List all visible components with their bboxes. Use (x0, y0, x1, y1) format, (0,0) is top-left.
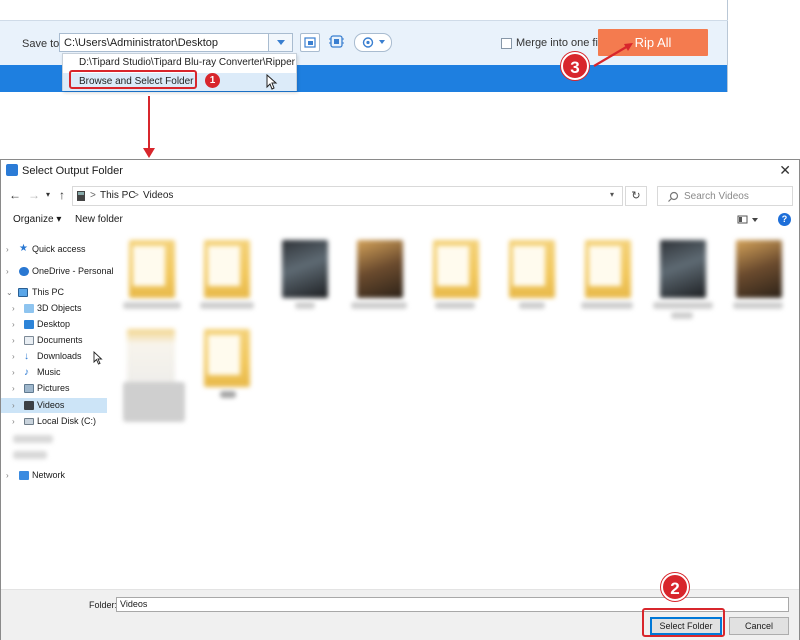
disk-icon (24, 418, 34, 425)
app-icon (6, 164, 18, 176)
help-icon[interactable]: ? (778, 213, 791, 226)
settings-button[interactable] (354, 33, 392, 52)
dialog-title: Select Output Folder (22, 165, 123, 177)
chevron-down-icon (277, 40, 285, 45)
back-arrow-icon[interactable]: ← (9, 188, 21, 202)
folder-item[interactable] (129, 240, 175, 298)
command-bar: Organize ▾ New folder ? (1, 210, 799, 230)
tree-item-local-disk[interactable]: › Local Disk (C:) (1, 414, 107, 429)
item-caption (671, 312, 693, 319)
close-icon[interactable]: ✕ (779, 162, 791, 179)
picture-icon (24, 384, 34, 393)
cloud-icon (19, 267, 29, 276)
tree-item-documents[interactable]: › Documents (1, 333, 107, 348)
video-item[interactable] (282, 240, 328, 298)
save-path-value: C:\Users\Administrator\Desktop (64, 37, 219, 49)
tree-item-videos[interactable]: › Videos (1, 398, 107, 413)
video-icon (24, 401, 34, 410)
item-caption (581, 302, 633, 309)
item-caption (123, 302, 181, 309)
tree-item-music[interactable]: › ♪ Music (1, 365, 107, 380)
refresh-button[interactable]: ↻ (625, 186, 647, 206)
computer-icon (18, 288, 28, 297)
step-badge-2: 2 (661, 573, 689, 601)
folder-item[interactable] (433, 240, 479, 298)
step-badge-1: 1 (205, 73, 220, 88)
item-caption (519, 302, 545, 309)
address-separator: > (90, 190, 96, 201)
tree-item-pictures[interactable]: › Pictures (1, 381, 107, 396)
address-bar[interactable]: > This PC > Videos ▾ (72, 186, 623, 206)
gear-icon (362, 37, 385, 48)
address-separator: > (133, 190, 139, 201)
folder-item[interactable] (204, 329, 250, 387)
merge-checkbox[interactable] (501, 37, 512, 49)
highlight-select-folder (642, 608, 725, 637)
breadcrumb-videos[interactable]: Videos (143, 190, 173, 201)
save-path-dropdown-button[interactable] (268, 34, 292, 51)
desktop-icon (24, 320, 34, 329)
item-caption (123, 382, 185, 422)
document-icon (24, 336, 34, 345)
recent-locations-chevron-icon[interactable]: ▾ (46, 190, 50, 199)
dialog-title-bar: Select Output Folder ✕ (1, 160, 799, 182)
mouse-cursor-icon (266, 74, 278, 90)
tree-item-network[interactable]: › Network (1, 468, 107, 483)
cancel-button[interactable]: Cancel (729, 617, 789, 635)
network-icon (19, 471, 29, 480)
folder-open-icon (304, 37, 316, 48)
view-options-icon[interactable] (737, 214, 761, 226)
hardware-acceleration-button[interactable] (327, 33, 347, 52)
open-folder-button[interactable] (300, 33, 320, 52)
up-arrow-icon[interactable]: ↑ (59, 188, 65, 202)
video-item[interactable] (357, 240, 403, 298)
tree-item-onedrive[interactable]: › OneDrive - Personal (1, 264, 114, 279)
video-folder-icon (77, 191, 85, 201)
download-icon: ↓ (24, 351, 29, 362)
item-caption (351, 302, 407, 309)
star-icon: ★ (19, 243, 28, 254)
address-history-chevron-icon[interactable]: ▾ (610, 190, 614, 199)
folder-label: Folder: (89, 600, 118, 610)
search-placeholder: Search Videos (684, 191, 749, 202)
item-caption (733, 302, 783, 309)
arrow-to-dialog-icon (143, 96, 155, 158)
folder-item[interactable] (509, 240, 555, 298)
item-caption (653, 302, 713, 309)
folder-content-pane (115, 236, 797, 589)
item-caption (295, 302, 315, 309)
folder-item[interactable] (204, 240, 250, 298)
tree-item-quick-access[interactable]: › ★ Quick access (1, 242, 107, 257)
select-output-folder-dialog: Select Output Folder ✕ ← → ▾ ↑ > This PC… (0, 159, 800, 640)
highlight-browse-option (69, 70, 197, 89)
item-caption (200, 302, 254, 309)
tree-item-3d-objects[interactable]: › 3D Objects (1, 301, 107, 316)
item-caption (435, 302, 475, 309)
breadcrumb-this-pc[interactable]: This PC (100, 190, 136, 201)
navigation-bar: ← → ▾ ↑ > This PC > Videos ▾ ↻ Search Vi… (1, 182, 799, 208)
refresh-icon: ↻ (631, 190, 641, 202)
cube-icon (24, 304, 34, 313)
tree-item-desktop[interactable]: › Desktop (1, 317, 107, 332)
blurred-drive-item (13, 451, 47, 459)
music-icon: ♪ (24, 367, 29, 378)
step-badge-3: 3 (561, 52, 589, 80)
item-caption (220, 391, 236, 398)
blurred-drive-item (13, 435, 53, 443)
video-item[interactable] (736, 240, 782, 298)
video-item[interactable] (660, 240, 706, 298)
new-folder-button[interactable]: New folder (75, 214, 123, 225)
save-path-combobox[interactable]: C:\Users\Administrator\Desktop (59, 33, 293, 52)
search-box[interactable]: Search Videos (657, 186, 793, 206)
tree-item-this-pc[interactable]: ⌄ This PC (1, 285, 107, 300)
search-icon (668, 191, 679, 202)
organize-menu[interactable]: Organize ▾ (13, 214, 61, 225)
navigation-pane: › ★ Quick access › OneDrive - Personal ⌄… (1, 236, 114, 589)
chip-icon (329, 35, 344, 48)
save-to-label: Save to: (22, 38, 63, 50)
arrow-to-rip-icon (593, 43, 633, 67)
tree-item-downloads[interactable]: › ↓ Downloads (1, 349, 107, 364)
folder-item[interactable] (585, 240, 631, 298)
forward-arrow-icon[interactable]: → (28, 188, 40, 202)
